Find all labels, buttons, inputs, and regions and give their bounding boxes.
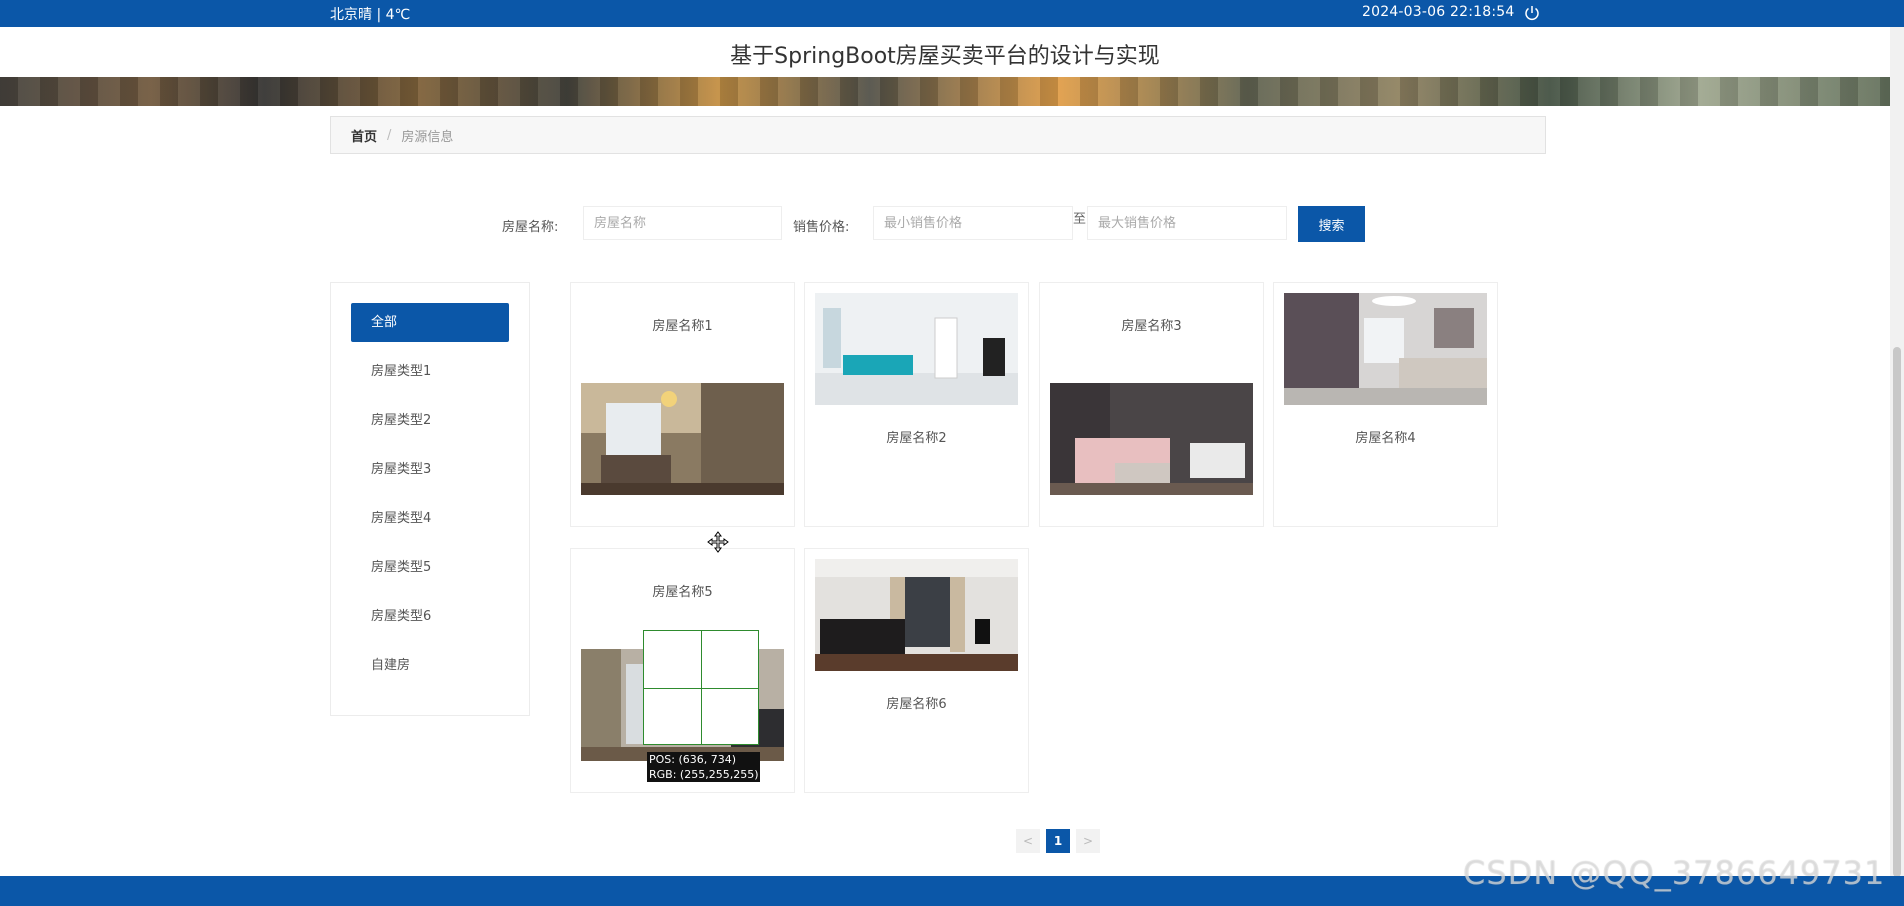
listing-photo bbox=[815, 559, 1018, 671]
listing-card-6[interactable]: 房屋名称6 bbox=[804, 548, 1029, 793]
top-bar: 北京晴 | 4℃ 2024-03-06 22:18:54 bbox=[0, 0, 1904, 27]
listing-name: 房屋名称2 bbox=[886, 431, 947, 446]
move-cursor-icon bbox=[707, 531, 729, 553]
listing-card-3[interactable]: 房屋名称3 bbox=[1039, 282, 1264, 527]
category-type-4[interactable]: 房屋类型4 bbox=[351, 499, 509, 538]
power-icon[interactable] bbox=[1523, 4, 1541, 22]
magnifier-readout: POS: (636, 734) RGB: (255,255,255) bbox=[647, 752, 761, 782]
datetime-display: 2024-03-06 22:18:54 bbox=[1362, 4, 1515, 20]
listing-name: 房屋名称5 bbox=[652, 585, 713, 600]
listing-photo bbox=[815, 293, 1018, 405]
scrollbar-thumb[interactable] bbox=[1893, 347, 1901, 877]
max-price-input[interactable] bbox=[1087, 206, 1287, 240]
listing-name: 房屋名称1 bbox=[652, 319, 713, 334]
banner-image bbox=[0, 77, 1890, 106]
range-separator: 至 bbox=[1073, 212, 1087, 227]
breadcrumb-current: 房源信息 bbox=[401, 129, 454, 145]
category-type-1[interactable]: 房屋类型1 bbox=[351, 352, 509, 391]
listing-photo bbox=[1050, 383, 1253, 495]
category-type-5[interactable]: 房屋类型5 bbox=[351, 548, 509, 587]
listing-name: 房屋名称3 bbox=[1121, 319, 1182, 334]
breadcrumb: 首页 / 房源信息 bbox=[330, 116, 1546, 154]
listing-photo bbox=[581, 383, 784, 495]
house-name-label: 房屋名称: bbox=[502, 220, 559, 235]
search-bar: 房屋名称: 销售价格: 至 搜索 bbox=[0, 206, 1890, 242]
scrollbar[interactable] bbox=[1890, 27, 1904, 879]
category-self-built[interactable]: 自建房 bbox=[351, 646, 509, 685]
category-type-3[interactable]: 房屋类型3 bbox=[351, 450, 509, 489]
next-page-button[interactable]: > bbox=[1076, 829, 1100, 853]
breadcrumb-separator: / bbox=[387, 127, 392, 143]
rgb-readout: RGB: (255,255,255) bbox=[649, 768, 759, 781]
category-sidebar: 全部 房屋类型1 房屋类型2 房屋类型3 房屋类型4 房屋类型5 房屋类型6 自… bbox=[330, 282, 530, 716]
listing-card-2[interactable]: 房屋名称2 bbox=[804, 282, 1029, 527]
price-label: 销售价格: bbox=[793, 220, 850, 235]
weather-info: 北京晴 | 4℃ bbox=[330, 7, 411, 23]
search-button[interactable]: 搜索 bbox=[1298, 206, 1365, 242]
listing-card-4[interactable]: 房屋名称4 bbox=[1273, 282, 1498, 527]
category-type-6[interactable]: 房屋类型6 bbox=[351, 597, 509, 636]
listing-name: 房屋名称6 bbox=[886, 697, 947, 712]
pos-readout: POS: (636, 734) bbox=[649, 753, 737, 766]
prev-page-button[interactable]: < bbox=[1016, 829, 1040, 853]
page-1-button[interactable]: 1 bbox=[1046, 829, 1070, 853]
header: 基于SpringBoot房屋买卖平台的设计与实现 bbox=[0, 27, 1890, 77]
house-name-input[interactable] bbox=[583, 206, 782, 240]
category-type-2[interactable]: 房屋类型2 bbox=[351, 401, 509, 440]
listing-photo bbox=[1284, 293, 1487, 405]
watermark: CSDN @QQ_3786649731 bbox=[1463, 854, 1886, 892]
min-price-input[interactable] bbox=[873, 206, 1073, 240]
category-all[interactable]: 全部 bbox=[351, 303, 509, 342]
listing-card-1[interactable]: 房屋名称1 bbox=[570, 282, 795, 527]
magnifier-overlay bbox=[643, 630, 759, 745]
listing-name: 房屋名称4 bbox=[1355, 431, 1416, 446]
page-title: 基于SpringBoot房屋买卖平台的设计与实现 bbox=[730, 44, 1160, 69]
breadcrumb-home[interactable]: 首页 bbox=[351, 126, 377, 145]
